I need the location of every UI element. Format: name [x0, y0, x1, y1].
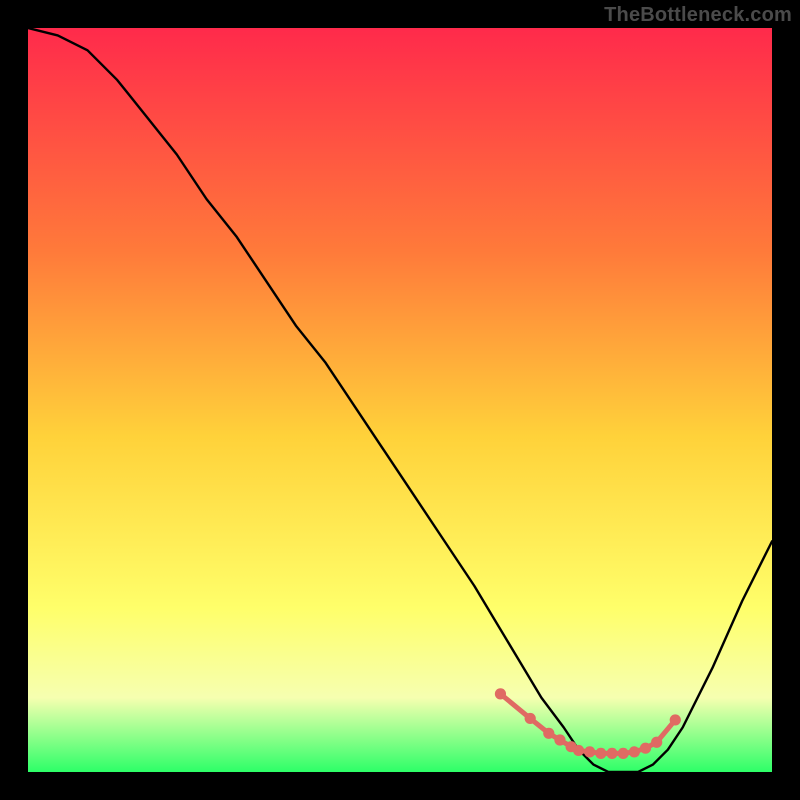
marker-dot	[629, 746, 640, 757]
marker-dot	[651, 737, 662, 748]
marker-dot	[495, 688, 506, 699]
marker-dot	[640, 743, 651, 754]
gradient-background	[28, 28, 772, 772]
marker-dot	[606, 748, 617, 759]
chart-svg	[28, 28, 772, 772]
marker-dot	[670, 714, 681, 725]
marker-dot	[525, 713, 536, 724]
marker-dot	[618, 748, 629, 759]
watermark-text: TheBottleneck.com	[604, 4, 792, 27]
marker-dot	[573, 745, 584, 756]
marker-dot	[554, 734, 565, 745]
marker-dot	[595, 748, 606, 759]
chart-stage: TheBottleneck.com	[0, 0, 800, 800]
marker-dot	[584, 746, 595, 757]
marker-dot	[543, 728, 554, 739]
bottleneck-chart	[28, 28, 772, 772]
